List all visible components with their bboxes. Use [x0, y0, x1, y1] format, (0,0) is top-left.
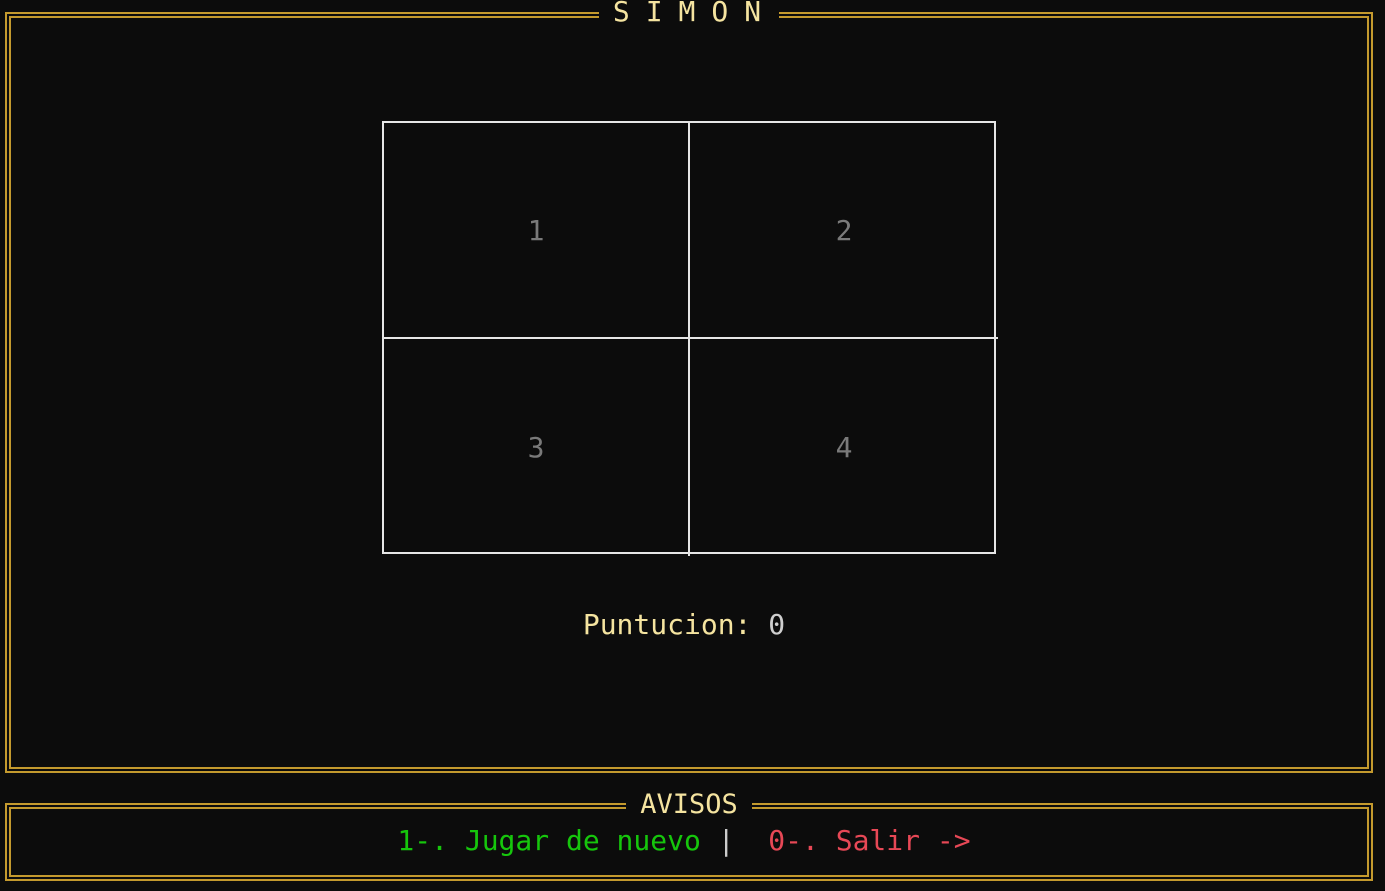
game-title-text: SIMON — [598, 0, 780, 28]
exit-option[interactable]: 0-. Salir -> — [768, 824, 970, 857]
notices-title: AVISOS — [7, 789, 1371, 824]
play-again-option[interactable]: 1-. Jugar de nuevo — [397, 824, 700, 857]
simon-pad-2[interactable]: 2 — [690, 123, 998, 339]
score-value: 0 — [768, 608, 786, 641]
pad-3-number: 3 — [527, 431, 545, 464]
simon-pad-1[interactable]: 1 — [384, 123, 690, 339]
simon-pad-4[interactable]: 4 — [690, 339, 998, 556]
pad-4-number: 4 — [835, 431, 853, 464]
pad-2-number: 2 — [835, 213, 853, 247]
notices-title-text: AVISOS — [626, 789, 752, 820]
simon-board: 1 2 3 4 — [382, 121, 998, 556]
option-separator: | — [717, 824, 735, 857]
score-display: Puntucion: 0 — [0, 608, 1368, 641]
simon-pad-3[interactable]: 3 — [384, 339, 690, 556]
game-title: SIMON — [7, 0, 1371, 32]
menu-options: 1-. Jugar de nuevo | 0-. Salir -> — [0, 824, 1368, 857]
score-label: Puntucion: — [582, 608, 752, 641]
pad-1-number: 1 — [527, 213, 545, 247]
